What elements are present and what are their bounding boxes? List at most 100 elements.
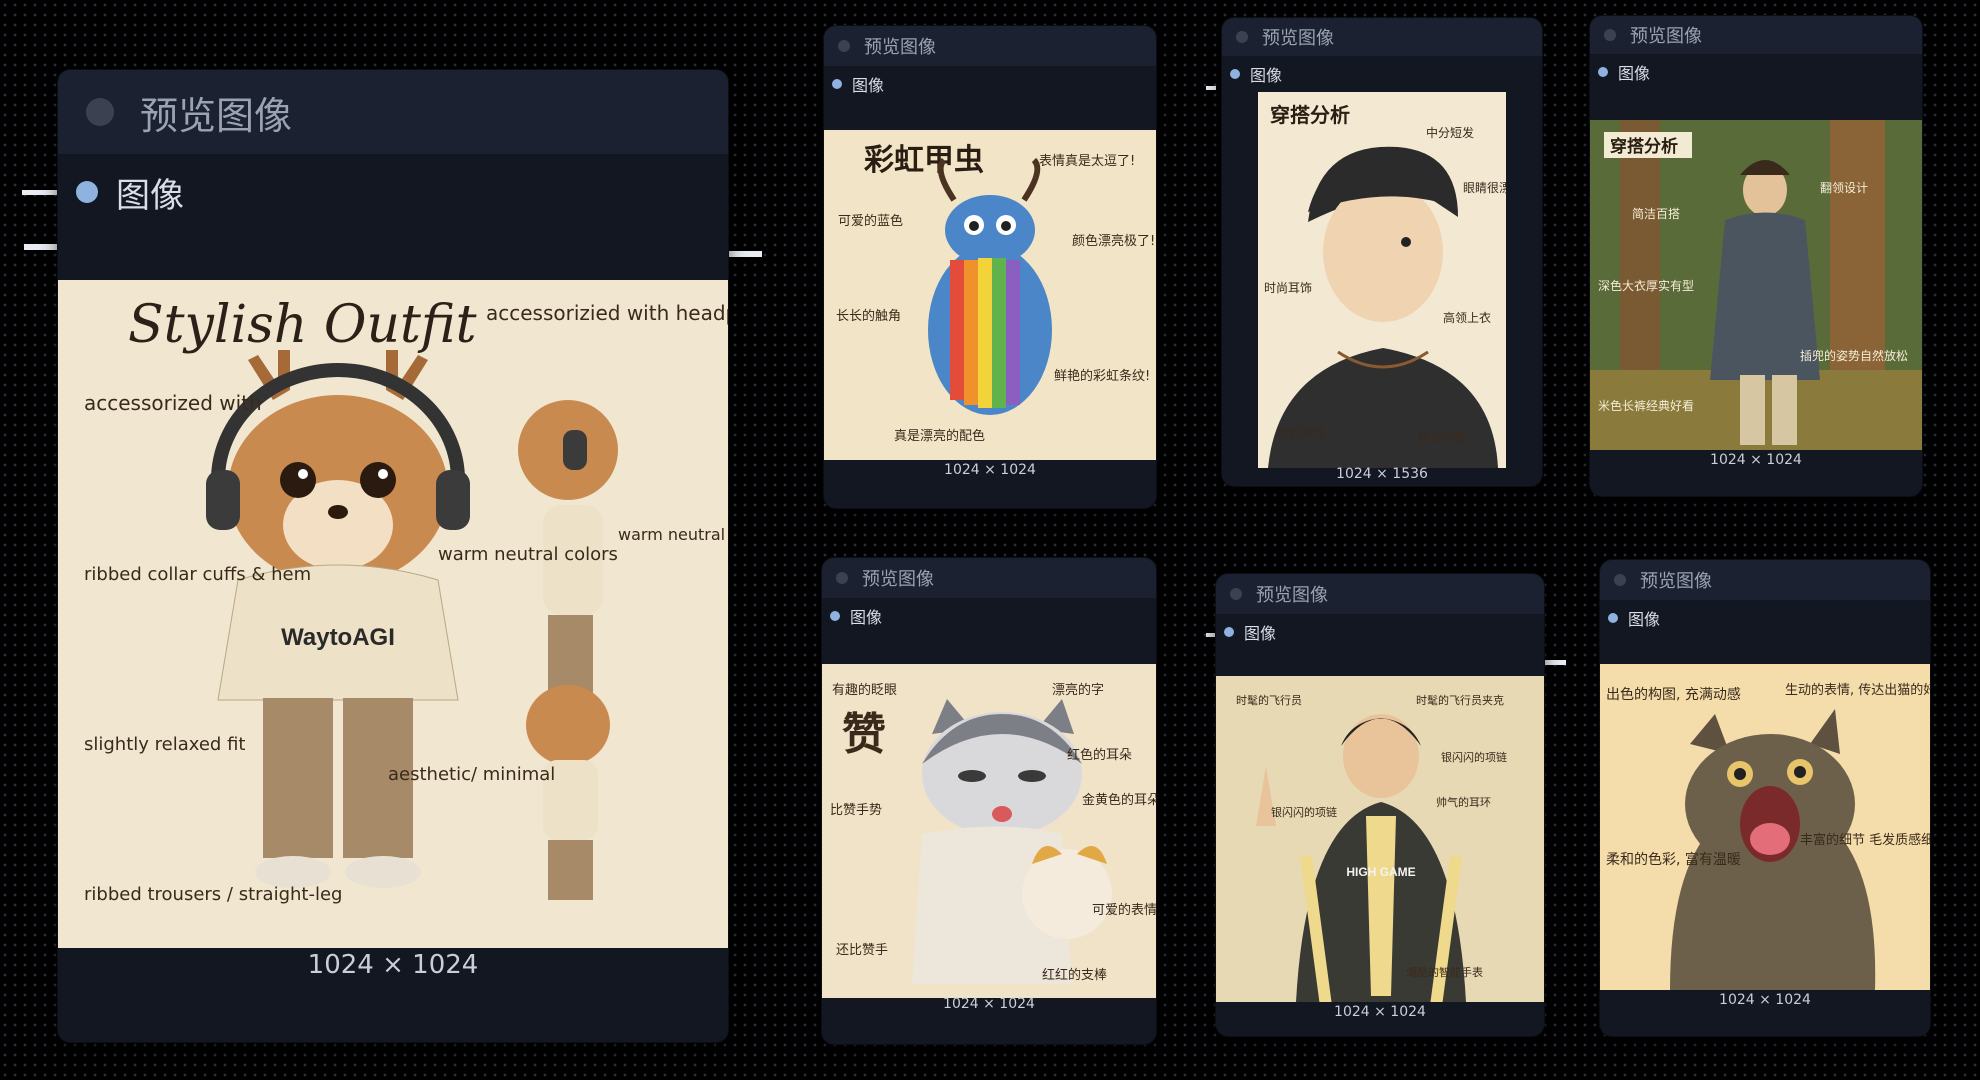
image-input-port[interactable]: 图像 [1222,56,1542,92]
note: 时尚耳饰 [1278,426,1326,440]
collapse-dot-icon[interactable] [1614,574,1626,586]
connection-wire[interactable] [22,190,58,195]
note: 高领上衣 [1443,310,1491,325]
node-header[interactable]: 预览图像 [824,26,1156,66]
note: 帅气的耳环 [1436,795,1491,809]
image-title: 穿搭分析 [1270,103,1350,127]
port-label: 图像 [116,175,184,216]
note: 时髦的飞行员 [1236,693,1302,707]
note: 颜色漂亮极了! [1072,233,1155,249]
note: 生动的表情, 传达出猫的好奇与贪吃 [1785,682,1930,698]
preview-image-node[interactable]: 预览图像 图像 赞 有趣的眨眼 漂亮的字 红色的耳朵 比赞手势 金黄色的耳朵 可… [822,558,1156,1044]
node-header[interactable]: 预览图像 [1222,18,1542,56]
port-label: 图像 [852,76,885,95]
node-header[interactable]: 预览图像 [58,70,728,154]
preview-image: HIGH GAME 时髦的飞行员 时髦的飞行员夹克 银闪闪的项链 帅气的耳环 银… [1216,676,1544,1002]
node-header[interactable]: 预览图像 [822,558,1156,598]
note: 银闪闪的项链 [1271,805,1337,819]
note: 深色大衣厚实有型 [1598,278,1694,293]
note: 可爱的表情 [1092,902,1156,918]
note: 插兜的姿势自然放松 [1800,348,1908,363]
node-header[interactable]: 预览图像 [1590,16,1922,54]
note: aesthetic/ minimal [388,764,555,785]
collapse-dot-icon[interactable] [86,98,114,126]
image-input-port[interactable]: 图像 [824,66,1156,102]
image-size-label: 1024 × 1024 [943,996,1035,1012]
port-label: 图像 [1250,66,1283,85]
image-input-port[interactable]: 图像 [1600,600,1930,636]
note: 金黄色的耳朵 [1082,792,1156,808]
image-size-label: 1024 × 1024 [1719,992,1811,1008]
node-title: 预览图像 [1630,26,1702,47]
port-label: 图像 [1244,624,1277,643]
note: 时尚耳饰 [1264,281,1312,295]
port-dot-icon[interactable] [1230,69,1240,79]
image-input-port[interactable]: 图像 [1216,614,1544,650]
shirt-text: HIGH GAME [1346,865,1415,879]
collapse-dot-icon[interactable] [838,40,850,52]
port-dot-icon[interactable] [1598,67,1608,77]
deer-illustration: Stylish Outfit WaytoAGI accessorizied wi… [58,280,728,948]
forest-portrait-illustration: 穿搭分析 翻领设计 简洁百搭 深色大衣厚实有型 插兜的姿势自然放松 米色长裤经典… [1590,120,1922,450]
image-size-label: 1024 × 1024 [1334,1004,1426,1020]
portrait-illustration: 穿搭分析 中分短发 眼睛很漂亮 时尚耳饰 高领上衣 时尚耳饰 简单好看 [1258,92,1506,468]
preview-image-node[interactable]: 预览图像 图像 穿搭分析 中分短发 眼睛很漂亮 时尚耳饰 高领上衣 时尚耳饰 简… [1222,18,1542,486]
image-title: Stylish Outfit [128,295,477,355]
image-input-port[interactable]: 图像 [822,598,1156,634]
note: slightly relaxed fit [84,734,245,755]
connection-wire[interactable] [726,251,762,257]
pilot-jacket-illustration: HIGH GAME 时髦的飞行员 时髦的飞行员夹克 银闪闪的项链 帅气的耳环 银… [1216,676,1544,1002]
preview-image-node[interactable]: 预览图像 图像 穿搭分析 翻领设计 简洁百搭 深色大衣厚实有型 插兜的姿势自然放… [1590,16,1922,496]
port-dot-icon[interactable] [1224,627,1234,637]
connection-wire[interactable] [1206,633,1216,637]
preview-image-node[interactable]: 预览图像 图像 彩虹甲虫 表情真是太逗了! 可爱的蓝色 颜色漂亮极了! 长长的触… [824,26,1156,508]
note: 真是漂亮的配色 [894,428,985,444]
note: 比赞手势 [830,802,882,818]
image-input-port[interactable]: 图像 [1590,54,1922,90]
collapse-dot-icon[interactable] [836,572,848,584]
note: 翻领设计 [1820,181,1868,195]
note: 丰富的细节 毛发质感细腻 [1800,832,1930,848]
node-header[interactable]: 预览图像 [1216,574,1544,614]
cat-thumbs-up-illustration: 赞 有趣的眨眼 漂亮的字 红色的耳朵 比赞手势 金黄色的耳朵 可爱的表情 还比赞… [822,664,1156,998]
image-input-port[interactable]: 图像 [58,154,728,230]
preview-image-node[interactable]: 预览图像 图像 HIGH GAME 时髦的飞行员 时髦的飞行员夹克 银闪闪的项链… [1216,574,1544,1036]
port-dot-icon[interactable] [832,79,842,89]
note: 米色长裤经典好看 [1598,399,1694,413]
connection-wire[interactable] [24,244,60,250]
port-dot-icon[interactable] [830,611,840,621]
node-title: 预览图像 [140,93,293,138]
node-header[interactable]: 预览图像 [1600,560,1930,600]
note: accessorized with [84,391,262,415]
note: ribbed collar cuffs & hem [84,564,311,585]
note: 红红的支棒 [1042,967,1107,983]
cat-open-mouth-illustration: 出色的构图, 充满动感 生动的表情, 传达出猫的好奇与贪吃 柔和的色彩, 富有温… [1600,664,1930,990]
note: accessorizied with headphones [486,301,728,325]
note: ribbed trousers / straight-leg [84,884,342,905]
beetle-illustration: 彩虹甲虫 表情真是太逗了! 可爱的蓝色 颜色漂亮极了! 长长的触角 鲜艳的彩虹条… [824,130,1156,460]
preview-image-node[interactable]: 预览图像 图像 Stylish Outfit WaytoAGI accessor… [58,70,728,1042]
image-size-label: 1024 × 1024 [944,462,1036,478]
note: warm neutral colors [618,525,728,544]
port-label: 图像 [1628,610,1661,629]
preview-image: 穿搭分析 翻领设计 简洁百搭 深色大衣厚实有型 插兜的姿势自然放松 米色长裤经典… [1590,120,1922,450]
connection-wire[interactable] [1206,86,1216,90]
port-label: 图像 [850,608,883,627]
collapse-dot-icon[interactable] [1236,31,1248,43]
note: 有趣的眨眼 [832,682,897,698]
node-title: 预览图像 [1256,585,1328,606]
port-dot-icon[interactable] [1608,613,1618,623]
collapse-dot-icon[interactable] [1230,588,1242,600]
big-character: 赞 [842,709,886,760]
preview-image: 彩虹甲虫 表情真是太逗了! 可爱的蓝色 颜色漂亮极了! 长长的触角 鲜艳的彩虹条… [824,130,1156,460]
preview-image: Stylish Outfit WaytoAGI accessorizied wi… [58,280,728,948]
image-size-label: 1024 × 1024 [1710,452,1802,468]
preview-image: 出色的构图, 充满动感 生动的表情, 传达出猫的好奇与贪吃 柔和的色彩, 富有温… [1600,664,1930,990]
note: 银闪闪的项链 [1441,750,1507,764]
note: 鲜艳的彩虹条纹! [1054,368,1150,384]
collapse-dot-icon[interactable] [1604,29,1616,41]
note: warm neutral colors [438,544,618,565]
port-dot-icon[interactable] [76,181,98,203]
port-label: 图像 [1618,64,1651,83]
preview-image-node[interactable]: 预览图像 图像 出色的构图, 充满动感 生动的表情, 传达出猫的好奇与贪吃 柔和… [1600,560,1930,1036]
